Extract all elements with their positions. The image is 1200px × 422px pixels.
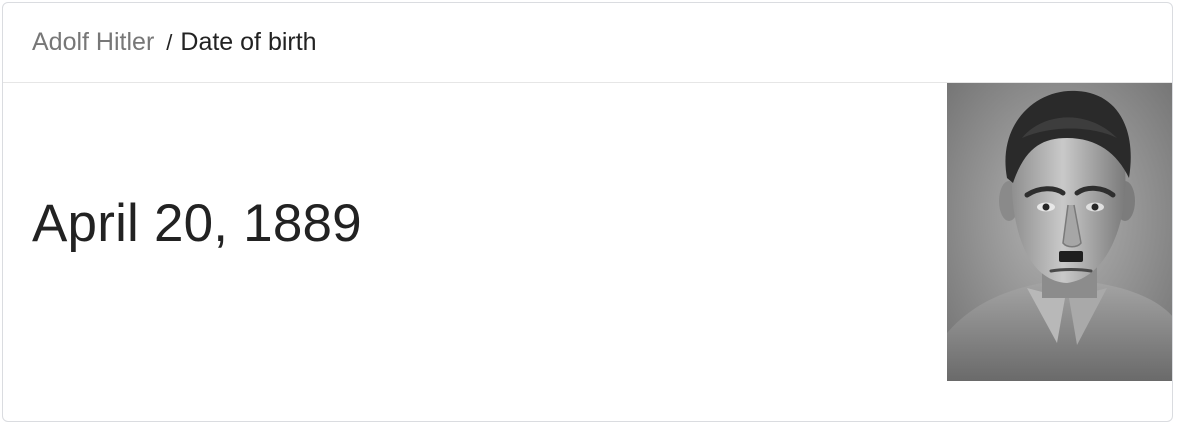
breadcrumb-separator: / [166, 29, 173, 55]
breadcrumb: Adolf Hitler / Date of birth [3, 3, 1172, 83]
portrait-image[interactable] [947, 83, 1172, 381]
breadcrumb-entity-link[interactable]: Adolf Hitler [32, 28, 154, 57]
answer-card: Adolf Hitler / Date of birth April 20, 1… [2, 2, 1173, 422]
breadcrumb-attribute: Date of birth [180, 28, 317, 56]
answer-value: April 20, 1889 [32, 194, 362, 253]
